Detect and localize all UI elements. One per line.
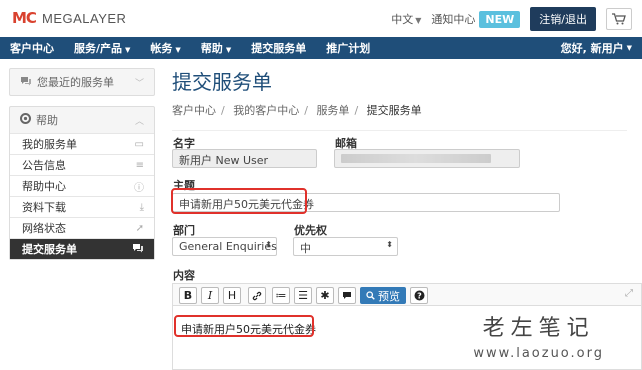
language-selector[interactable]: 中文 ▼: [391, 11, 421, 27]
bold-button[interactable]: B: [179, 287, 197, 304]
preview-label: 预览: [378, 289, 400, 303]
breadcrumb: 客户中心 / 我的客户中心 / 服务单 / 提交服务单: [172, 102, 627, 131]
lifebuoy-icon: [20, 113, 31, 127]
select-arrows-icon: ⬍: [265, 240, 272, 249]
help-panel: 帮助 ︿ 我的服务单 ▭ 公告信息 ≡ 帮助中心 ⓘ 资料下载 ⤓ 网络状态 ➚ 提交服务…: [9, 106, 155, 260]
chevron-down-icon: ▼: [225, 46, 232, 54]
breadcrumb-tickets[interactable]: 服务单: [316, 104, 349, 117]
sidebar-item-downloads[interactable]: 资料下载 ⤓: [10, 196, 154, 217]
italic-button[interactable]: I: [201, 287, 219, 304]
main-nav: 客户中心 服务/产品 ▼ 帐务 ▼ 帮助 ▼ 提交服务单 推广计划 您好, 新用户 ▼: [0, 37, 642, 59]
comment-icon[interactable]: [338, 287, 356, 304]
chevron-down-icon: ▼: [125, 46, 131, 54]
email-redacted: [341, 154, 491, 163]
sidebar-item-open-ticket[interactable]: 提交服务单: [10, 238, 154, 259]
chevron-up-icon: ︿: [134, 116, 144, 127]
nav-item-services[interactable]: 服务/产品 ▼: [64, 40, 140, 56]
select-arrows-icon: ⬍: [386, 240, 393, 249]
new-badge: NEW: [479, 10, 521, 28]
nav-item-billing[interactable]: 帐务 ▼: [140, 40, 190, 56]
logout-button[interactable]: 注销/退出: [530, 7, 596, 31]
user-menu[interactable]: 您好, 新用户 ▼: [561, 37, 632, 59]
sidebar-item-network-status[interactable]: 网络状态 ➚: [10, 217, 154, 238]
chevron-down-icon: ▼: [626, 44, 632, 52]
sidebar-item-announcements[interactable]: 公告信息 ≡: [10, 154, 154, 175]
brand-name: MEGALAYER: [42, 10, 127, 26]
watermark-title: 老左笔记: [482, 316, 595, 341]
subject-highlight: [171, 188, 307, 214]
logo-mark-icon: MC: [12, 9, 37, 27]
comments-icon: [20, 76, 32, 89]
sidebar-item-knowledgebase[interactable]: 帮助中心 ⓘ: [10, 175, 154, 196]
main-content: 提交服务单 客户中心 / 我的客户中心 / 服务单 / 提交服务单: [172, 66, 642, 131]
chevron-down-icon: ﹀: [134, 78, 144, 89]
help-icon[interactable]: ?: [410, 287, 428, 304]
ticket-icon: ▭: [134, 138, 144, 150]
nav-item-client-area[interactable]: 客户中心: [0, 40, 64, 56]
fullscreen-icon[interactable]: ⤢: [625, 288, 633, 299]
recent-tickets-panel: 您最近的服务单 ﹀: [9, 68, 155, 96]
page-title: 提交服务单: [172, 70, 272, 94]
download-icon: ⤓: [139, 201, 144, 213]
recent-tickets-header[interactable]: 您最近的服务单 ﹀: [10, 69, 154, 95]
brand-logo[interactable]: MC MEGALAYER: [12, 8, 126, 28]
heading-button[interactable]: H: [223, 287, 241, 304]
recent-tickets-title: 您最近的服务单: [37, 76, 114, 89]
rocket-icon: ➚: [135, 222, 144, 234]
chevron-down-icon: ▼: [415, 16, 422, 25]
content-highlight: [174, 315, 314, 337]
department-label: 部门: [173, 224, 195, 237]
help-panel-title: 帮助: [36, 114, 58, 127]
help-panel-header[interactable]: 帮助 ︿: [10, 107, 154, 133]
name-field[interactable]: 新用户 New User: [172, 149, 317, 168]
breadcrumb-current: 提交服务单: [366, 104, 422, 117]
cart-icon[interactable]: [606, 8, 632, 30]
sidebar: 您最近的服务单 ﹀ 帮助 ︿ 我的服务单 ▭ 公告信息 ≡ 帮助中心 ⓘ 资料下载 ⤓ …: [9, 68, 155, 260]
comments-icon: [132, 243, 144, 256]
ordered-list-icon[interactable]: ☰: [294, 287, 312, 304]
nav-item-affiliates[interactable]: 推广计划: [316, 40, 380, 56]
priority-select[interactable]: 中 ⬍: [293, 237, 398, 256]
list-icon: ≡: [135, 159, 144, 171]
nav-item-open-ticket[interactable]: 提交服务单: [241, 40, 316, 56]
watermark-url: www.laozuo.org: [473, 346, 604, 361]
link-icon[interactable]: [248, 287, 266, 304]
editor-toolbar: B I H ≔ ☰ ✱ 预览 ? ⤢: [172, 283, 642, 305]
info-icon: ⓘ: [134, 182, 144, 194]
breadcrumb-my-client-area[interactable]: 我的客户中心: [233, 104, 299, 117]
content-label: 内容: [173, 269, 195, 282]
watermark: 老左笔记 www.laozuo.org: [473, 310, 604, 361]
priority-label: 优先权: [294, 224, 327, 237]
top-bar: MC MEGALAYER 中文 ▼ 通知中心 NEW 注销/退出: [0, 0, 642, 36]
email-field[interactable]: [334, 149, 520, 168]
search-icon: [366, 291, 375, 300]
chevron-down-icon: ▼: [175, 46, 181, 54]
nav-item-support[interactable]: 帮助 ▼: [191, 40, 241, 56]
asterisk-icon[interactable]: ✱: [316, 287, 334, 304]
preview-button[interactable]: 预览: [360, 287, 406, 304]
svg-text:?: ?: [417, 291, 422, 300]
notifications-link[interactable]: 通知中心: [431, 11, 475, 27]
breadcrumb-client-area[interactable]: 客户中心: [172, 104, 216, 117]
unordered-list-icon[interactable]: ≔: [272, 287, 290, 304]
sidebar-item-my-tickets[interactable]: 我的服务单 ▭: [10, 133, 154, 154]
department-select[interactable]: General Enquiries ⬍: [172, 237, 277, 256]
